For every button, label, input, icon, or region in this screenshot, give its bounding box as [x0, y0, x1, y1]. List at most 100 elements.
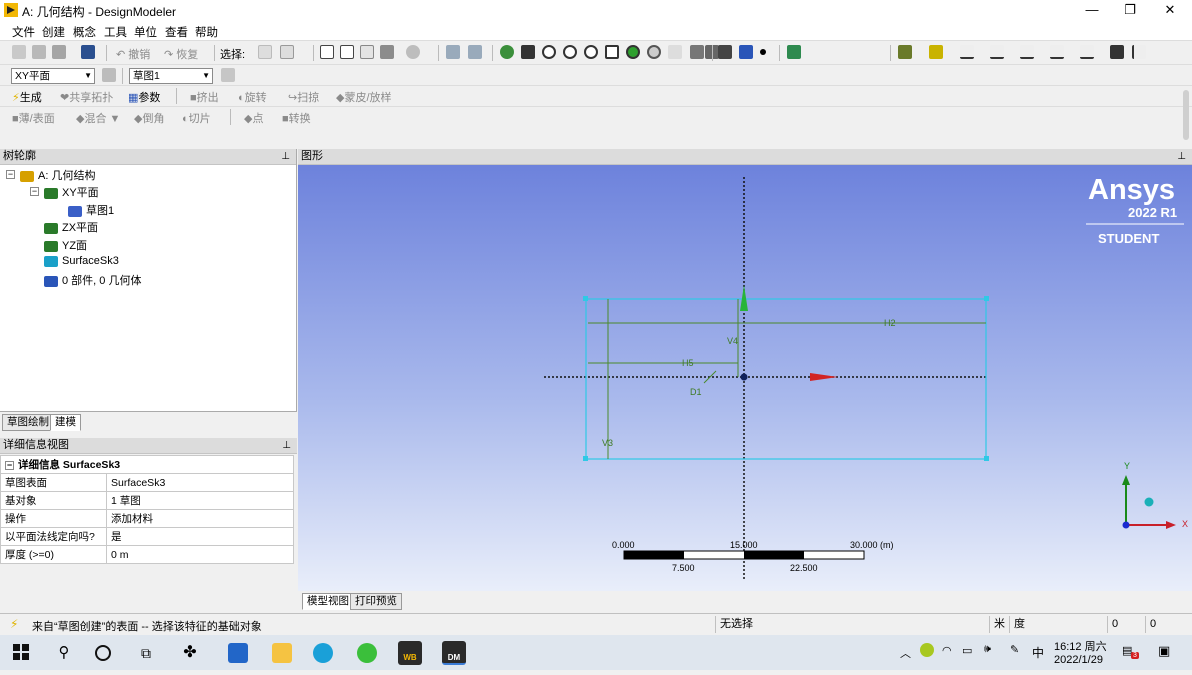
display-point-icon[interactable]	[760, 49, 766, 55]
select-face-icon[interactable]	[360, 45, 374, 59]
plane-combo[interactable]: XY平面 ▼	[11, 68, 95, 84]
previous-view-icon[interactable]	[690, 45, 704, 59]
tree-node-yz-plane[interactable]: YZ面	[44, 237, 87, 253]
designmodeler-app-icon[interactable]: DM	[442, 641, 466, 665]
edge-style-1-icon[interactable]	[960, 45, 974, 59]
details-value[interactable]: 是	[106, 527, 294, 546]
sketch-combo[interactable]: 草图1 ▼	[129, 68, 213, 84]
wifi-icon[interactable]: ◠	[942, 644, 952, 657]
task-view-icon[interactable]: ⧉	[136, 643, 156, 663]
iso-view-icon[interactable]	[668, 45, 682, 59]
tree-node-parts[interactable]: 0 部件, 0 几何体	[44, 272, 141, 288]
extend-select-icon[interactable]	[406, 45, 420, 59]
face-color-icon[interactable]	[898, 45, 912, 59]
tab-modeling[interactable]: 建模	[50, 414, 81, 431]
sweep-button[interactable]: ↪扫掠	[288, 89, 319, 105]
minimize-button[interactable]: —	[1072, 0, 1112, 21]
details-value[interactable]: 添加材料	[106, 509, 294, 528]
windows-start-icon[interactable]	[12, 643, 32, 663]
edge-browser-icon[interactable]	[313, 643, 333, 663]
collapse-icon[interactable]: −	[5, 461, 14, 470]
chamfer-button[interactable]: ◆倒角	[134, 110, 164, 126]
save-icon[interactable]	[32, 45, 46, 59]
slice-button[interactable]: ◐切片	[182, 110, 211, 126]
dim-v4-label[interactable]: V4	[727, 336, 738, 346]
clock-date[interactable]: 2022/1/29	[1054, 654, 1103, 666]
ime-indicator[interactable]: 中	[1032, 644, 1044, 661]
close-button[interactable]: ✕	[1150, 0, 1190, 21]
edge-style-3-icon[interactable]	[1020, 45, 1034, 59]
store-icon[interactable]	[228, 643, 248, 663]
details-value[interactable]: 0 m	[106, 545, 294, 564]
volume-icon[interactable]: 🕪	[984, 643, 991, 656]
details-group-title[interactable]: − 详细信息 SurfaceSk3	[0, 455, 294, 474]
undo-button[interactable]: ↶ 撤销	[116, 46, 150, 62]
new-icon[interactable]	[12, 45, 26, 59]
rect-vertex[interactable]	[984, 296, 989, 301]
rect-vertex[interactable]	[984, 456, 989, 461]
zoom-in-icon[interactable]	[584, 45, 598, 59]
angle-icon[interactable]	[1132, 45, 1146, 59]
zoom-to-selection-icon[interactable]	[626, 45, 640, 59]
zoom-box-icon[interactable]	[563, 45, 577, 59]
export-icon[interactable]	[52, 45, 66, 59]
pin-icon[interactable]: ⊥	[282, 438, 291, 453]
point-button[interactable]: ◆点	[244, 110, 263, 126]
menu-tools[interactable]: 工具	[104, 24, 127, 40]
details-value[interactable]: SurfaceSk3	[106, 473, 294, 492]
display-toggle-icon[interactable]	[787, 45, 801, 59]
extrude-button[interactable]: ■挤出	[190, 89, 219, 105]
clock-time[interactable]: 16:12 周六	[1054, 638, 1107, 654]
select-body-icon[interactable]	[380, 45, 394, 59]
pin-icon[interactable]: ⊥	[1177, 149, 1186, 164]
menu-create[interactable]: 创建	[42, 24, 65, 40]
battery-icon[interactable]: ▭	[962, 644, 972, 657]
tab-model-view[interactable]: 模型视图	[302, 593, 354, 610]
brush-select-icon[interactable]	[468, 45, 482, 59]
tree-node-xy-plane[interactable]: XY平面	[44, 184, 99, 200]
tree-node-surfacesk3[interactable]: SurfaceSk3	[44, 255, 119, 267]
select-mode-icon[interactable]	[258, 45, 272, 59]
revolve-button[interactable]: ◐旋转	[238, 89, 267, 105]
screenshot-icon[interactable]	[81, 45, 95, 59]
graphics-viewport[interactable]: H2 H5 V4 V3 D1 0.000 15.000 30.000 (m) 7…	[298, 165, 1192, 591]
thicken-icon[interactable]	[1110, 45, 1124, 59]
origin-point[interactable]	[740, 373, 748, 381]
pen-icon[interactable]: ✎	[1010, 643, 1019, 656]
widget-icon[interactable]: ✤	[180, 643, 200, 663]
magnifier-icon[interactable]	[647, 45, 661, 59]
zoom-fit-icon[interactable]	[605, 45, 619, 59]
box-select-icon[interactable]	[446, 45, 460, 59]
new-plane-icon[interactable]	[102, 68, 116, 82]
dim-h2-label[interactable]: H2	[884, 318, 896, 328]
triad-icon[interactable]	[718, 45, 732, 59]
generate-button[interactable]: ⚡生成	[12, 89, 42, 105]
display-model-icon[interactable]	[739, 45, 753, 59]
redo-button[interactable]: ↷ 恢复	[164, 46, 198, 62]
parameters-button[interactable]: ▦参数	[128, 89, 160, 105]
pan-icon[interactable]	[521, 45, 535, 59]
details-value[interactable]: 1 草图	[106, 491, 294, 510]
tray-app-icon[interactable]	[920, 643, 934, 657]
rotate-icon[interactable]	[500, 45, 514, 59]
dim-h5-label[interactable]: H5	[682, 358, 694, 368]
tab-print-preview[interactable]: 打印预览	[350, 593, 402, 610]
menu-file[interactable]: 文件	[12, 24, 35, 40]
search-icon[interactable]: ⚲	[54, 643, 74, 663]
new-sketch-icon[interactable]	[221, 68, 235, 82]
skin-loft-button[interactable]: ◆蒙皮/放样	[336, 89, 392, 105]
restore-button[interactable]: ❐	[1110, 0, 1150, 21]
notification-center-icon[interactable]: ▣	[1158, 643, 1170, 659]
menu-units[interactable]: 单位	[134, 24, 157, 40]
collapse-icon[interactable]: −	[30, 187, 39, 196]
select-edge-icon[interactable]	[340, 45, 354, 59]
menu-view[interactable]: 查看	[165, 24, 188, 40]
pin-icon[interactable]: ⊥	[281, 149, 290, 164]
tray-expand-icon[interactable]: ︿	[900, 645, 911, 661]
zoom-icon[interactable]	[542, 45, 556, 59]
rect-vertex[interactable]	[583, 296, 588, 301]
collapse-icon[interactable]: −	[6, 170, 15, 179]
toolbar-scrollbar[interactable]	[1183, 90, 1189, 140]
dim-d1-label[interactable]: D1	[690, 387, 702, 397]
select-filter-icon[interactable]	[280, 45, 294, 59]
